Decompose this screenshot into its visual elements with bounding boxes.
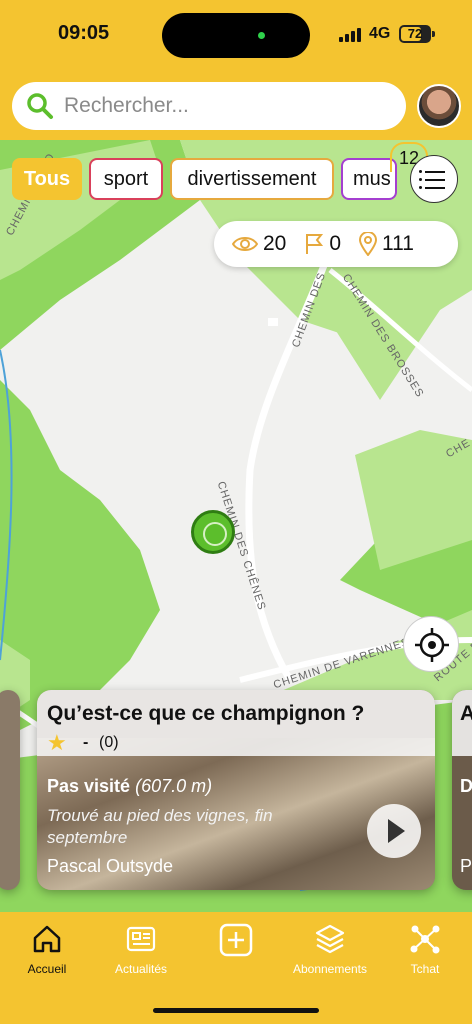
- eye-icon: [232, 237, 258, 251]
- distance: (607.0 m): [135, 776, 213, 796]
- status-bar: 09:05 4G 72: [0, 0, 472, 72]
- stats-pill: 20 0 111: [214, 221, 458, 267]
- views-stat: 20: [232, 232, 286, 256]
- network-icon: [410, 925, 440, 954]
- filter-chip-divertissement[interactable]: divertissement: [170, 158, 334, 200]
- rating-value: -: [83, 734, 89, 751]
- search-bar[interactable]: [12, 82, 406, 130]
- tab-label: Accueil: [27, 962, 67, 976]
- tab-tchat[interactable]: Tchat: [378, 922, 472, 976]
- battery-icon: 72: [399, 25, 435, 43]
- filter-chip-all[interactable]: Tous: [12, 158, 82, 200]
- flags-stat: 0: [304, 232, 341, 256]
- previous-point-card[interactable]: [0, 690, 20, 890]
- tab-label: Tchat: [410, 962, 440, 976]
- tab-accueil[interactable]: Accueil: [0, 922, 94, 976]
- places-stat: 111: [359, 232, 414, 256]
- newspaper-icon: [126, 926, 156, 952]
- point-title: Qu’est-ce que ce champignon ?: [47, 702, 365, 725]
- filter-chip-musique[interactable]: mus: [341, 158, 397, 200]
- home-icon: [33, 925, 61, 953]
- user-location-marker[interactable]: [191, 510, 235, 554]
- profile-avatar[interactable]: [417, 84, 461, 128]
- point-description: Trouvé au pied des vignes, fin septembre: [47, 806, 273, 847]
- home-indicator: [153, 1008, 319, 1013]
- next-card-status: D: [460, 776, 472, 796]
- star-icon: ★: [47, 730, 67, 755]
- next-card-title: A: [460, 702, 472, 725]
- layers-icon: [315, 924, 345, 954]
- next-card-author: P: [460, 856, 472, 876]
- plus-square-icon: [219, 923, 253, 957]
- signal-icon: [339, 28, 361, 42]
- rating-count: (0): [99, 734, 119, 751]
- search-input[interactable]: [64, 90, 394, 122]
- dynamic-island: [162, 13, 310, 58]
- filter-chip-sport[interactable]: sport: [89, 158, 163, 200]
- tab-label: Actualités: [114, 962, 168, 976]
- crosshair-icon: [415, 628, 449, 662]
- camera-indicator-icon: [258, 32, 265, 39]
- visit-status: Pas visité (607.0 m): [47, 776, 212, 797]
- tab-add[interactable]: [189, 922, 283, 964]
- network-type: 4G: [369, 25, 391, 42]
- next-point-card[interactable]: A D P: [452, 690, 472, 890]
- status-time: 09:05: [58, 22, 110, 44]
- places-count: 111: [382, 232, 414, 255]
- tab-abonnements[interactable]: Abonnements: [283, 922, 377, 976]
- point-author: Pascal Outsyde: [47, 856, 174, 876]
- search-icon: [27, 93, 53, 119]
- tab-label: Abonnements: [292, 962, 368, 976]
- views-count: 20: [263, 232, 287, 255]
- flag-icon: [306, 234, 324, 254]
- location-pin-icon: [359, 232, 378, 256]
- flags-count: 0: [329, 232, 342, 255]
- tab-actualites[interactable]: Actualités: [94, 922, 188, 976]
- point-card[interactable]: Qu’est-ce que ce champignon ? ★ - (0) Pa…: [37, 690, 435, 890]
- play-button[interactable]: [367, 804, 421, 858]
- battery-level: 72: [407, 26, 423, 41]
- visit-label: Pas visité: [47, 776, 131, 796]
- recenter-button[interactable]: [403, 616, 459, 672]
- list-view-button[interactable]: [410, 155, 458, 203]
